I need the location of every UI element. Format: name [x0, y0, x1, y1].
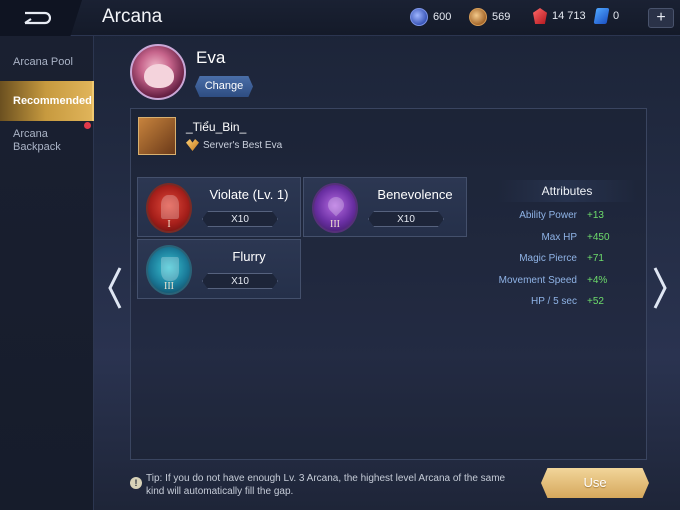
arcana-teal-icon: III: [146, 245, 192, 295]
arcana-card[interactable]: I Violate (Lv. 1) X10: [137, 177, 301, 237]
gold-coin-icon: [469, 8, 487, 26]
top-bar: Arcana 600 569 14 713 0 +: [0, 0, 680, 36]
arcana-card[interactable]: III Flurry X10: [137, 239, 301, 299]
tip-text: Tip: If you do not have enough Lv. 3 Arc…: [146, 473, 506, 497]
voucher-value: 0: [613, 10, 620, 22]
add-currency-button[interactable]: +: [648, 8, 674, 28]
attribute-row: Ability Power +13: [478, 210, 648, 221]
change-hero-button[interactable]: Change: [195, 76, 253, 97]
attribute-value: +13: [587, 210, 604, 221]
arcana-red-icon: I: [146, 183, 192, 233]
arcana-card[interactable]: III Benevolence X10: [303, 177, 467, 237]
player-name: _Tiểu_Bin_: [186, 120, 247, 134]
attribute-value: +71: [587, 253, 604, 264]
arcana-name: Violate (Lv. 1): [209, 187, 289, 202]
next-arrow-icon[interactable]: [653, 266, 667, 310]
back-arrow-icon: [24, 11, 51, 25]
currency-red-gem: 14 713: [533, 8, 586, 24]
currency-blue-coin: 600: [410, 8, 451, 26]
info-icon: !: [130, 477, 142, 489]
arcana-name: Flurry: [232, 249, 266, 264]
attribute-row: Magic Pierce +71: [478, 253, 648, 264]
attribute-label: HP / 5 sec: [531, 296, 577, 307]
arcana-level: III: [164, 281, 174, 292]
attribute-value: +450: [587, 232, 610, 243]
hero-avatar: [130, 44, 186, 100]
sidebar: Arcana Pool Recommended Arcana Backpack: [0, 36, 94, 510]
attribute-row: HP / 5 sec +52: [478, 296, 648, 307]
red-gem-value: 14 713: [552, 10, 586, 22]
arcana-name: Benevolence: [377, 187, 453, 202]
arcana-level: I: [167, 219, 171, 230]
use-button[interactable]: Use: [541, 468, 649, 498]
attribute-label: Movement Speed: [498, 275, 577, 286]
gold-coin-value: 569: [492, 11, 511, 23]
arcana-purple-icon: III: [312, 183, 358, 233]
back-button[interactable]: [0, 0, 82, 36]
attribute-value: +4%: [587, 275, 608, 286]
sidebar-item-recommended[interactable]: Recommended: [0, 81, 94, 121]
arcana-count: X10: [202, 273, 278, 289]
attribute-row: Movement Speed +4%: [478, 275, 648, 286]
blue-coin-icon: [410, 8, 428, 26]
currency-gold-coin: 569: [469, 8, 510, 26]
player-title: Server's Best Eva: [203, 140, 283, 151]
arcana-count: X10: [202, 211, 278, 227]
voucher-icon: [593, 8, 610, 24]
blue-coin-value: 600: [433, 11, 452, 23]
attributes-title: Attributes: [497, 180, 637, 202]
page-title: Arcana: [102, 6, 163, 27]
sidebar-item-arcana-pool[interactable]: Arcana Pool: [0, 56, 94, 68]
sidebar-item-arcana-backpack[interactable]: Arcana Backpack: [0, 128, 80, 154]
prev-arrow-icon[interactable]: [108, 266, 122, 310]
attribute-value: +52: [587, 296, 604, 307]
attribute-row: Max HP +450: [478, 232, 648, 243]
attribute-label: Max HP: [541, 232, 577, 243]
attribute-label: Ability Power: [519, 210, 577, 221]
arcana-count: X10: [368, 211, 444, 227]
red-gem-icon: [533, 8, 547, 24]
notification-dot: [84, 122, 91, 129]
currency-voucher: 0: [593, 8, 620, 24]
hero-name: Eva: [196, 48, 226, 67]
player-portrait: [138, 117, 176, 155]
attribute-label: Magic Pierce: [519, 253, 577, 264]
arcana-level: III: [330, 219, 340, 230]
